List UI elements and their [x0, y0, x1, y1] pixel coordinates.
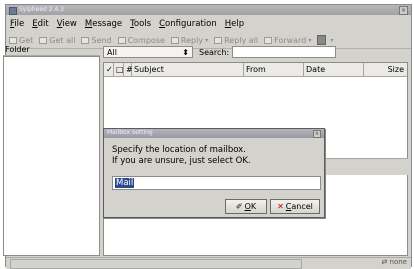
filter-select[interactable]: All ⬍: [103, 46, 193, 58]
search-label: Search:: [199, 47, 230, 57]
mailbox-location-input[interactable]: Mail: [112, 176, 321, 190]
ok-button[interactable]: ✐ OK: [225, 199, 267, 214]
window-title: Sylpheed 2.4.3: [19, 6, 65, 13]
cancel-button[interactable]: ✕ Cancel: [270, 199, 320, 214]
get-mail-icon: [9, 36, 17, 44]
col-mime[interactable]: #: [124, 63, 133, 76]
trash-icon: [317, 35, 327, 45]
get-button[interactable]: Get: [9, 36, 33, 45]
col-date[interactable]: Date: [304, 63, 364, 76]
col-mark[interactable]: ✓: [104, 63, 114, 76]
reply-all-label: Reply all: [224, 35, 259, 45]
ok-icon: ✐: [235, 202, 243, 211]
menu-message[interactable]: Message: [85, 19, 122, 29]
col-from[interactable]: From: [244, 63, 304, 76]
dialog-title: Mailbox setting: [107, 129, 153, 136]
folder-column-header[interactable]: Folder: [3, 45, 100, 56]
col-unread[interactable]: □: [114, 63, 124, 76]
online-status[interactable]: ⇄ none: [381, 258, 407, 266]
ok-label: OK: [244, 202, 257, 211]
updown-arrows-icon: ⬍: [182, 47, 189, 57]
close-icon[interactable]: ×: [313, 130, 321, 138]
reply-all-icon: [214, 36, 223, 44]
chevron-down-icon[interactable]: ▾: [308, 37, 311, 44]
send-icon: [81, 36, 90, 44]
compose-icon: [117, 36, 126, 44]
reply-button[interactable]: Reply ▾: [170, 35, 208, 45]
chevron-down-icon[interactable]: ▾: [205, 37, 208, 44]
reply-all-button[interactable]: Reply all: [214, 36, 258, 45]
dialog-title-bar[interactable]: Mailbox setting ×: [104, 129, 324, 138]
forward-icon: [264, 36, 273, 44]
app-icon: [9, 7, 17, 15]
dialog-message: Specify the location of mailbox. If you …: [112, 145, 251, 167]
get-all-label: Get all: [49, 35, 76, 45]
compose-label: Compose: [127, 35, 165, 45]
reply-label: Reply: [180, 35, 204, 45]
delete-button[interactable]: ▾: [317, 35, 333, 45]
col-size[interactable]: Size: [364, 63, 407, 76]
cancel-icon: ✕: [277, 202, 284, 211]
mailbox-location-value: Mail: [115, 178, 135, 188]
status-bar: ⇄ none: [6, 257, 411, 269]
search-input[interactable]: [232, 46, 337, 58]
close-icon[interactable]: ×: [399, 6, 408, 15]
menu-help[interactable]: Help: [225, 19, 244, 29]
online-status-text: none: [389, 258, 407, 266]
get-all-button[interactable]: Get all: [39, 36, 75, 45]
dialog-message-line2: If you are unsure, just select OK.: [112, 156, 251, 166]
mailbox-setting-dialog: Mailbox setting × Specify the location o…: [103, 128, 325, 218]
send-button[interactable]: Send: [81, 35, 112, 45]
menu-edit[interactable]: Edit: [32, 19, 48, 29]
filter-selected-value: All: [107, 47, 117, 57]
forward-button[interactable]: Forward ▾: [264, 36, 311, 45]
dialog-message-line1: Specify the location of mailbox.: [112, 145, 246, 155]
cancel-label: Cancel: [285, 202, 313, 211]
folder-tree[interactable]: [3, 56, 100, 256]
status-message-area: [10, 259, 302, 269]
message-list-header: ✓ □ # Subject From Date Size: [104, 63, 407, 77]
menu-view[interactable]: View: [57, 19, 77, 29]
send-label: Send: [91, 35, 112, 45]
menu-configuration[interactable]: Configuration: [159, 19, 217, 29]
get-label: Get: [19, 35, 34, 45]
menu-tools[interactable]: Tools: [130, 19, 151, 29]
title-bar[interactable]: Sylpheed 2.4.3 ×: [6, 5, 411, 15]
compose-button[interactable]: Compose: [117, 35, 165, 45]
forward-label: Forward: [274, 35, 307, 45]
chevron-down-icon[interactable]: ▾: [330, 37, 333, 44]
filter-bar: All ⬍ Search:: [103, 45, 337, 59]
menu-file[interactable]: File: [10, 19, 24, 29]
col-subject[interactable]: Subject: [132, 63, 244, 76]
reply-icon: [170, 36, 179, 44]
get-all-icon: [39, 36, 48, 44]
menu-bar: File Edit View Message Tools Configurati…: [6, 17, 411, 31]
